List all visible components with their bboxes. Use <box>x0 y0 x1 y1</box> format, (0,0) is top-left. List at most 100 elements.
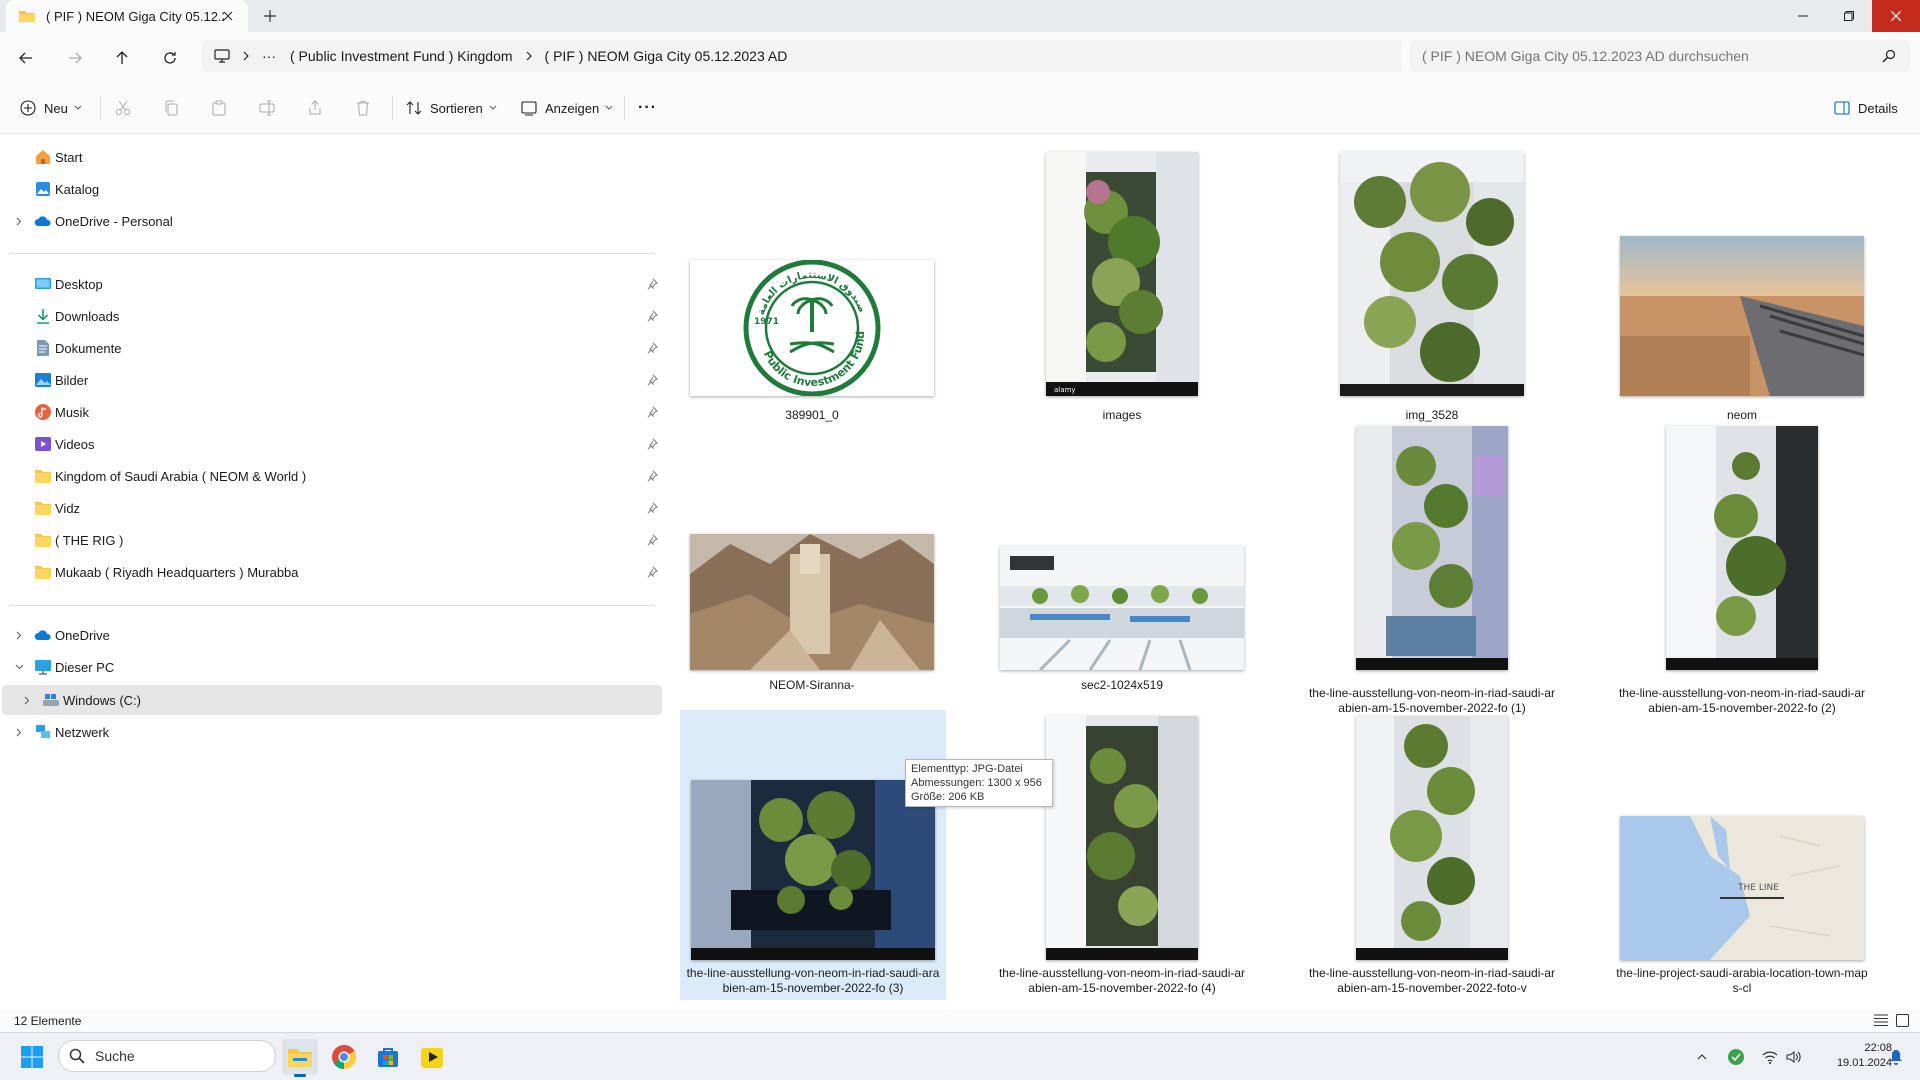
drive-icon <box>43 694 59 706</box>
sidebar-item-netzwerk[interactable]: Netzwerk <box>10 718 660 746</box>
chevron-right-icon[interactable] <box>12 628 26 642</box>
pin-icon[interactable] <box>646 502 658 514</box>
folder-icon <box>35 534 51 547</box>
file-thumbnail <box>1340 152 1524 396</box>
volume-icon[interactable] <box>1780 1039 1808 1075</box>
chevron-right-icon[interactable] <box>12 725 26 739</box>
forward-button[interactable] <box>61 44 89 72</box>
sidebar-item-mukaab[interactable]: Mukaab ( Riyadh Headquarters ) Murabba <box>10 558 660 586</box>
start-button[interactable] <box>14 1039 50 1075</box>
new-button[interactable]: Neu <box>20 94 82 122</box>
breadcrumb-item[interactable]: ( Public Investment Fund ) Kingdom <box>290 48 513 64</box>
search-box[interactable] <box>1410 40 1910 72</box>
taskbar-store[interactable] <box>370 1039 406 1075</box>
share-button[interactable] <box>307 94 323 122</box>
taskbar-player[interactable] <box>414 1039 450 1075</box>
file-item[interactable]: صندوق الاستثمارات العامة Public Investme… <box>680 146 944 446</box>
taskbar-chrome[interactable] <box>326 1039 362 1075</box>
sidebar-item-onedrive-personal[interactable]: OneDrive - Personal <box>10 207 660 235</box>
folder-icon <box>35 502 51 515</box>
sidebar-item-onedrive[interactable]: OneDrive <box>10 621 660 649</box>
sidebar-item-the-rig[interactable]: ( THE RIG ) <box>10 526 660 554</box>
copy-button[interactable] <box>163 94 179 122</box>
sort-button[interactable]: Sortieren <box>406 94 497 122</box>
breadcrumb-item[interactable]: ( PIF ) NEOM Giga City 05.12.2023 AD <box>545 48 788 64</box>
pin-icon[interactable] <box>646 438 658 450</box>
file-item[interactable]: neom <box>1610 146 1874 446</box>
pin-icon[interactable] <box>646 342 658 354</box>
chevron-right-icon[interactable] <box>12 214 26 228</box>
sidebar-item-bilder[interactable]: Bilder <box>10 366 660 394</box>
chevron-right-icon[interactable] <box>238 48 254 64</box>
security-tray-icon[interactable] <box>1722 1039 1750 1075</box>
sidebar-item-kingdom-folder[interactable]: Kingdom of Saudi Arabia ( NEOM & World ) <box>10 462 660 490</box>
more-options-button[interactable]: ··· <box>638 94 657 122</box>
breadcrumb-more[interactable]: ··· <box>262 48 276 64</box>
file-item[interactable]: the-line-ausstellung-von-neom-in-riad-sa… <box>990 710 1254 1000</box>
up-button[interactable] <box>108 44 136 72</box>
delete-button[interactable] <box>355 94 371 122</box>
sidebar-label: Desktop <box>55 276 103 292</box>
chevron-down-icon[interactable] <box>12 660 26 674</box>
file-item[interactable]: NEOM-Siranna- <box>680 436 944 726</box>
file-item[interactable]: sec2-1024x519 <box>990 436 1254 726</box>
minimize-button[interactable] <box>1780 0 1826 32</box>
pin-icon[interactable] <box>646 406 658 418</box>
file-grid: صندوق الاستثمارات العامة Public Investme… <box>664 134 1920 1010</box>
taskbar: Suche 22:08 19.01.2024 <box>0 1032 1920 1080</box>
details-view-icon[interactable] <box>1874 1014 1888 1026</box>
close-button[interactable] <box>1872 0 1920 32</box>
cloud-icon <box>34 216 51 226</box>
sidebar-item-vidz[interactable]: Vidz <box>10 494 660 522</box>
pc-icon[interactable] <box>214 49 230 63</box>
pin-icon[interactable] <box>646 278 658 290</box>
pin-icon[interactable] <box>646 310 658 322</box>
tray-chevron-up-icon[interactable] <box>1688 1039 1716 1075</box>
large-icons-view-icon[interactable] <box>1896 1014 1909 1027</box>
chevron-right-icon[interactable] <box>521 48 537 64</box>
sidebar-item-windows-c[interactable]: Windows (C:) <box>2 685 662 715</box>
taskbar-file-explorer[interactable] <box>282 1039 318 1077</box>
paste-button[interactable] <box>211 94 227 122</box>
rename-button[interactable] <box>259 94 275 122</box>
map-label: THE LINE <box>1737 883 1779 893</box>
new-tab-button[interactable] <box>260 6 280 26</box>
file-name: the-line-ausstellung-von-neom-in-riad-sa… <box>998 966 1246 995</box>
pin-icon[interactable] <box>646 534 658 546</box>
file-item[interactable]: the-line-ausstellung-von-neom-in-riad-sa… <box>1300 420 1564 715</box>
view-button[interactable]: Anzeigen <box>521 94 613 122</box>
sidebar-item-start[interactable]: Start <box>10 143 660 171</box>
clock[interactable]: 22:08 19.01.2024 <box>1808 1041 1892 1071</box>
refresh-button[interactable] <box>156 44 184 72</box>
taskbar-search[interactable]: Suche <box>58 1040 276 1072</box>
details-button[interactable]: Details <box>1834 94 1898 122</box>
file-item[interactable]: the-line-ausstellung-von-neom-in-riad-sa… <box>1300 710 1564 1000</box>
file-name: NEOM-Siranna- <box>769 678 855 692</box>
sidebar-item-videos[interactable]: Videos <box>10 430 660 458</box>
sidebar-item-dieser-pc[interactable]: Dieser PC <box>10 653 660 681</box>
tab-current-folder[interactable]: ( PIF ) NEOM Giga City 05.12.2 <box>6 0 248 32</box>
notification-bell-icon[interactable] <box>1882 1039 1910 1075</box>
sidebar-item-downloads[interactable]: Downloads <box>10 302 660 330</box>
sidebar-label: OneDrive <box>55 627 110 643</box>
chevron-right-icon[interactable] <box>20 693 34 707</box>
cut-button[interactable] <box>115 94 131 122</box>
sidebar-item-dokumente[interactable]: Dokumente <box>10 334 660 362</box>
maximize-button[interactable] <box>1826 0 1872 32</box>
back-button[interactable] <box>12 44 40 72</box>
file-item[interactable]: img_3528 <box>1300 146 1564 446</box>
file-item[interactable]: the-line-ausstellung-von-neom-in-riad-sa… <box>1610 420 1874 715</box>
file-item[interactable]: THE LINE the-line-project-saudi-arabia-l… <box>1610 710 1874 1000</box>
sidebar-item-katalog[interactable]: Katalog <box>10 175 660 203</box>
file-item[interactable]: alamy images <box>990 146 1254 446</box>
file-item-selected[interactable]: the-line-ausstellung-von-neom-in-riad-sa… <box>680 710 946 1000</box>
address-bar[interactable]: ··· ( Public Investment Fund ) Kingdom (… <box>202 40 1402 72</box>
sidebar-item-desktop[interactable]: Desktop <box>10 270 660 298</box>
pin-icon[interactable] <box>646 566 658 578</box>
tab-close-icon[interactable] <box>218 6 238 26</box>
sidebar-item-musik[interactable]: Musik <box>10 398 660 426</box>
pin-icon[interactable] <box>646 470 658 482</box>
pin-icon[interactable] <box>646 374 658 386</box>
rename-icon <box>259 100 275 116</box>
search-input[interactable] <box>1422 48 1862 64</box>
